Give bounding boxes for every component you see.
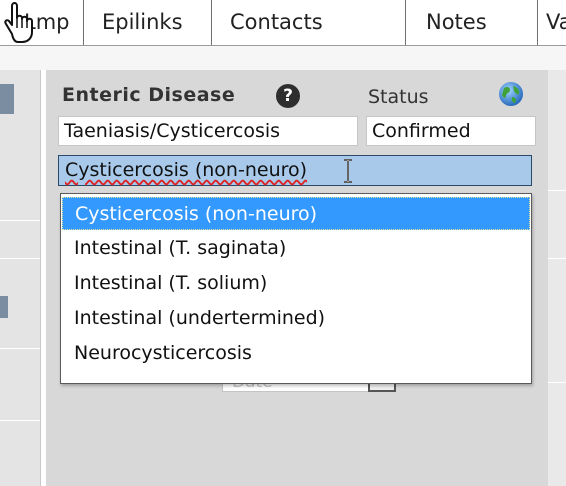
divider [548, 382, 566, 383]
divider [0, 220, 40, 221]
tab-label: Va [546, 10, 566, 34]
subtype-dropdown-list: Cysticercosis (non-neuro) Intestinal (T.… [60, 193, 532, 384]
dropdown-option[interactable]: Intestinal (undertermined) [62, 302, 530, 335]
help-icon[interactable]: ? [276, 84, 300, 108]
tab-label: Notes [426, 10, 487, 34]
left-column-marker [0, 84, 14, 114]
ibeam-cursor-icon [344, 159, 352, 183]
tab-notes[interactable]: Notes [406, 0, 538, 45]
status-label: Status [368, 86, 429, 108]
tab-label: Epilinks [102, 10, 183, 34]
tab-epilinks[interactable]: Epilinks [84, 0, 212, 45]
selected-value: Cysticercosis (non-neuro) [65, 159, 308, 181]
divider [0, 348, 40, 349]
tab-partial[interactable]: Va [538, 0, 566, 45]
divider [0, 420, 40, 421]
divider [0, 258, 40, 259]
right-column [548, 70, 566, 486]
dropdown-option[interactable]: Intestinal (T. solium) [62, 267, 530, 300]
enteric-disease-label: Enteric Disease [62, 84, 236, 106]
divider [548, 258, 566, 259]
globe-icon[interactable] [498, 81, 524, 107]
left-column [0, 70, 41, 486]
hand-cursor-icon [4, 2, 33, 43]
disease-field[interactable]: Taeniasis/Cysticercosis [58, 116, 358, 146]
tab-bar: Lmp Epilinks Contacts Notes Va [0, 0, 566, 46]
page-header-strip [0, 46, 566, 70]
dropdown-option[interactable]: Intestinal (T. saginata) [62, 232, 530, 265]
dropdown-option[interactable]: Cysticercosis (non-neuro) [62, 197, 530, 230]
tab-label: Contacts [230, 10, 323, 34]
left-column-marker [0, 296, 8, 318]
status-field[interactable]: Confirmed [366, 116, 536, 146]
tab-contacts[interactable]: Contacts [212, 0, 406, 45]
disease-subtype-select[interactable]: Cysticercosis (non-neuro) [58, 155, 532, 186]
dropdown-option[interactable]: Neurocysticercosis [62, 337, 530, 370]
divider [548, 190, 566, 191]
